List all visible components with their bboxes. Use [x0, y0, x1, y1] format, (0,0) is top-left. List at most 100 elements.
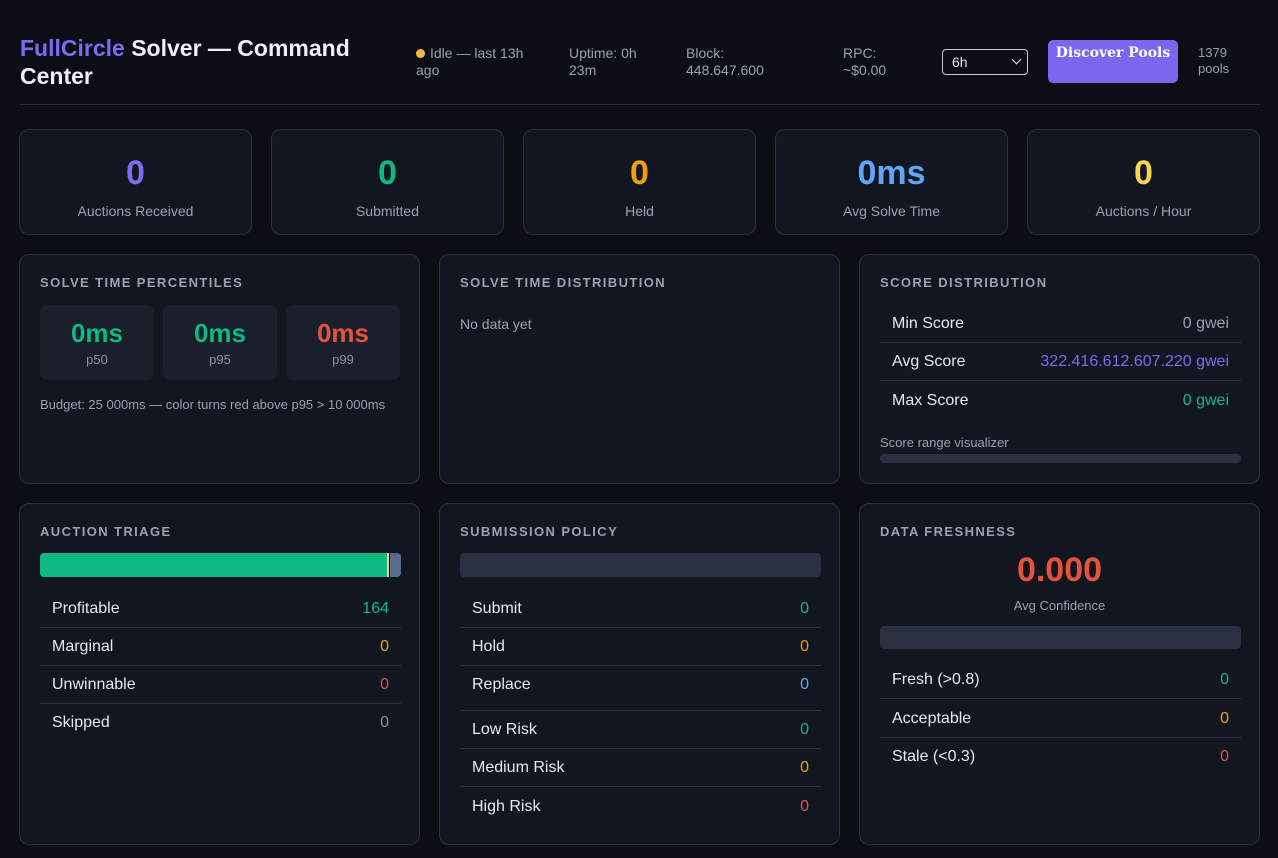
row-value: 0 — [800, 798, 809, 815]
row-label: Acceptable — [892, 710, 972, 727]
row-value: 0 — [1220, 710, 1229, 727]
score-row-min: Min Score 0 gwei — [880, 305, 1241, 343]
kpi-value: 0ms — [857, 154, 926, 192]
percentile-value: 0ms — [316, 318, 370, 348]
row-value: 0 — [800, 638, 809, 655]
row-value: 0 — [1220, 671, 1229, 688]
avg-confidence-value: 0.000 — [1016, 551, 1103, 589]
row-label: Fresh (>0.8) — [892, 671, 980, 688]
triage-row-marginal: Marginal 0 — [40, 628, 401, 666]
percentile-value: 0ms — [70, 318, 124, 348]
kpi-held: 0 Held — [523, 129, 756, 235]
kpi-label: Avg Solve Time — [842, 203, 940, 219]
row-label: Min Score — [892, 315, 965, 332]
row-value: 0 — [800, 759, 809, 776]
panel-title: SOLVE TIME PERCENTILES — [40, 275, 244, 290]
panel-title: SUBMISSION POLICY — [460, 524, 619, 539]
triage-bar-segment-skipped — [390, 553, 401, 577]
kpi-auctions-received: 0 Auctions Received — [19, 129, 252, 235]
kpi-avg-solve-time: 0ms Avg Solve Time — [775, 129, 1008, 235]
score-row-max: Max Score 0 gwei — [880, 382, 1241, 420]
percentile-label: p95 — [209, 352, 231, 367]
triage-row-profitable: Profitable 164 — [40, 590, 401, 628]
page-title: FullCircle Solver — Command Center — [20, 34, 380, 90]
triage-row-skipped: Skipped 0 — [40, 704, 401, 742]
panel-data-freshness: DATA FRESHNESS 0.000 Avg Confidence Fres… — [859, 503, 1260, 845]
time-range-select[interactable]: 6h — [942, 49, 1028, 75]
kpi-value: 0 — [1134, 154, 1153, 192]
panel-title: SOLVE TIME DISTRIBUTION — [460, 275, 667, 290]
chevron-down-icon — [1011, 54, 1022, 65]
row-value: 0 — [380, 676, 389, 693]
row-value: 164 — [362, 600, 389, 617]
row-value: 0 gwei — [1182, 315, 1229, 332]
score-visualizer-label: Score range visualizer — [880, 435, 1009, 450]
panel-title: AUCTION TRIAGE — [40, 524, 172, 539]
kpi-submitted: 0 Submitted — [271, 129, 504, 235]
panel-auction-triage: AUCTION TRIAGE Profitable 164 Marginal 0… — [19, 503, 420, 845]
kpi-value: 0 — [378, 154, 397, 192]
header: FullCircle Solver — Command Center Idle … — [20, 34, 1260, 105]
panel-submission-policy: SUBMISSION POLICY Submit 0 Hold 0 Replac… — [439, 503, 840, 845]
freshness-stacked-bar — [880, 626, 1241, 649]
percentile-p95: 0ms p95 — [163, 305, 277, 380]
row-label: Profitable — [52, 600, 120, 617]
percentile-value: 0ms — [193, 318, 247, 348]
row-value: 0 gwei — [1182, 392, 1229, 409]
block-text: Block: 448.647.600 — [686, 45, 764, 78]
panel-title: SCORE DISTRIBUTION — [880, 275, 1048, 290]
kpi-value: 0 — [126, 154, 145, 192]
row-label: Avg Score — [892, 353, 966, 370]
rpc-cost-text: RPC: ~$0.00 — [843, 45, 887, 78]
policy-row-medium-risk: Medium Risk 0 — [460, 749, 821, 787]
row-label: Medium Risk — [472, 759, 565, 776]
row-label: High Risk — [472, 798, 541, 815]
budget-note: Budget: 25 000ms — color turns red above… — [40, 397, 386, 412]
row-label: Marginal — [52, 638, 114, 655]
panel-title: DATA FRESHNESS — [880, 524, 1017, 539]
empty-state-text: No data yet — [460, 316, 532, 332]
discover-pools-button[interactable]: Discover Pools — [1048, 40, 1178, 83]
row-value: 0 — [800, 676, 809, 693]
freshness-row-stale: Stale (<0.3) 0 — [880, 738, 1241, 776]
kpi-label: Held — [625, 203, 654, 219]
kpi-label: Submitted — [355, 203, 420, 219]
policy-row-submit: Submit 0 — [460, 590, 821, 628]
kpi-auctions-per-hour: 0 Auctions / Hour — [1027, 129, 1260, 235]
panel-solve-time-percentiles: SOLVE TIME PERCENTILES 0ms p50 0ms p95 0… — [19, 254, 420, 484]
kpi-label: Auctions / Hour — [1095, 203, 1192, 219]
row-value: 0 — [800, 600, 809, 617]
row-label: Unwinnable — [52, 676, 136, 693]
row-label: Hold — [472, 638, 505, 655]
score-range-bar — [880, 454, 1241, 463]
time-range-value: 6h — [952, 54, 968, 70]
row-value: 0 — [380, 638, 389, 655]
percentile-label: p50 — [86, 352, 108, 367]
row-label: Low Risk — [472, 721, 537, 738]
uptime-text: Uptime: 0h 23m — [569, 45, 637, 78]
percentile-label: p99 — [332, 352, 354, 367]
row-label: Submit — [472, 600, 522, 617]
freshness-row-fresh: Fresh (>0.8) 0 — [880, 661, 1241, 699]
panel-score-distribution: SCORE DISTRIBUTION Min Score 0 gwei Avg … — [859, 254, 1260, 484]
policy-row-low-risk: Low Risk 0 — [460, 711, 821, 749]
kpi-label: Auctions Received — [77, 203, 194, 219]
pools-count: 1379 pools — [1198, 45, 1230, 76]
row-label: Max Score — [892, 392, 969, 409]
row-value: 0 — [1220, 748, 1229, 765]
triage-row-unwinnable: Unwinnable 0 — [40, 666, 401, 704]
status-indicator: Idle — last 13h ago — [416, 45, 546, 79]
freshness-row-acceptable: Acceptable 0 — [880, 700, 1241, 738]
policy-row-hold: Hold 0 — [460, 628, 821, 666]
triage-bar-segment-profitable — [40, 553, 387, 577]
kpi-value: 0 — [630, 154, 649, 192]
score-row-avg: Avg Score 322.416.612.607.220 gwei — [880, 343, 1241, 381]
row-value: 322.416.612.607.220 gwei — [1040, 353, 1229, 370]
panel-solve-time-distribution: SOLVE TIME DISTRIBUTION No data yet — [439, 254, 840, 484]
row-label: Replace — [472, 676, 531, 693]
status-dot-icon — [416, 49, 425, 58]
brand-name: FullCircle — [20, 35, 125, 61]
row-label: Skipped — [52, 714, 110, 731]
row-label: Stale (<0.3) — [892, 748, 976, 765]
policy-row-replace: Replace 0 — [460, 666, 821, 711]
